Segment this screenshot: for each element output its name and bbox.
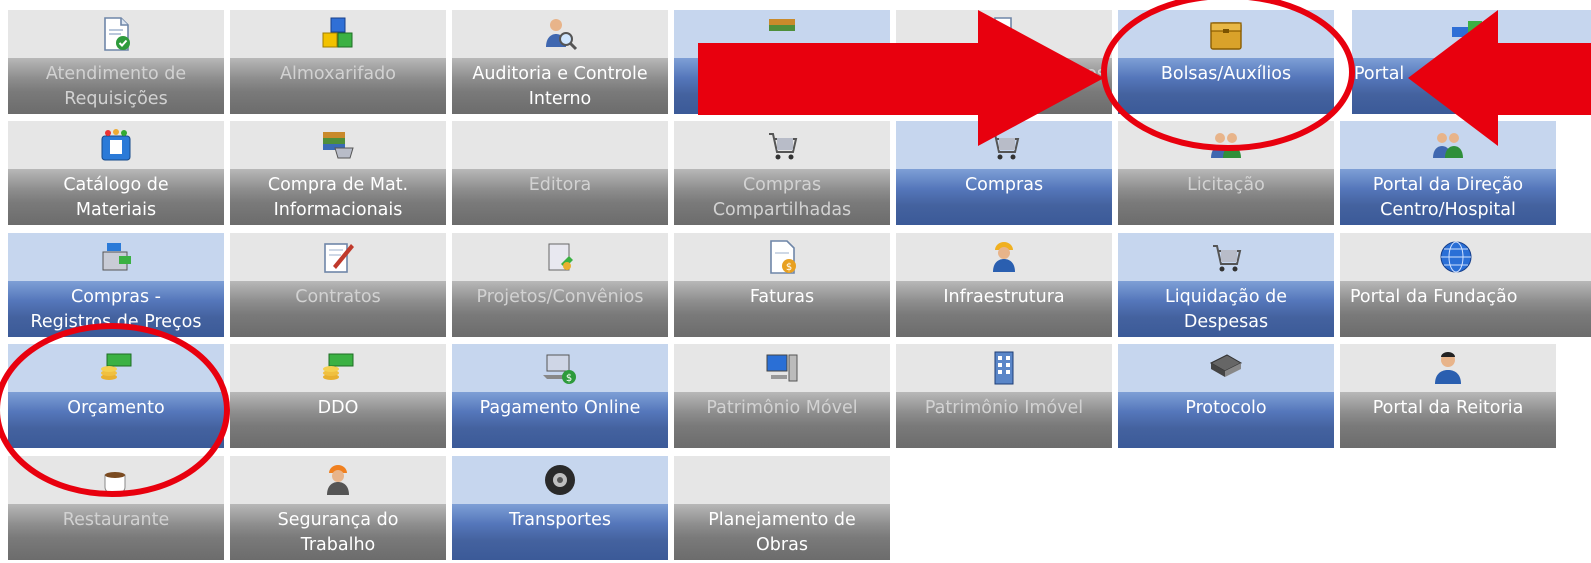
briefcase-icon <box>1210 22 1242 50</box>
tile-label: Faturas <box>749 287 815 307</box>
globe-icon <box>1440 241 1472 273</box>
tile-portal-da-reitoria[interactable]: Portal da Reitoria <box>1340 344 1556 448</box>
tile-editora[interactable]: Editora <box>452 121 668 225</box>
catalog-box-icon <box>101 129 131 161</box>
tile-compra-de-mat-informacionais[interactable]: Compra de Mat. Informacionais <box>230 121 446 225</box>
tile-licitacao[interactable]: Licitação <box>1118 121 1334 225</box>
tile-hidden-by-arrow[interactable] <box>674 10 890 114</box>
worker-helmet-icon <box>327 465 349 495</box>
people-icon <box>1433 133 1463 158</box>
tile-label: Bolsas/Auxílios <box>1160 64 1292 84</box>
tile-seguranca-do-trabalho[interactable]: Segurança do Trabalho <box>230 456 446 560</box>
tile-atendimento-de-requisicoes[interactable]: Atendimento de Requisições <box>8 10 224 114</box>
tile-label: Liquidação de Despesas <box>1165 287 1287 332</box>
tile-label: Contratos <box>295 287 381 307</box>
money-icon <box>323 353 354 380</box>
tile-bolsas-auxilios[interactable]: Bolsas/Auxílios <box>1118 10 1334 114</box>
books-cart-icon <box>323 132 354 159</box>
tile-label: Portal da Fundação <box>1350 287 1518 307</box>
tile-label: Compras - Registros de Preços <box>30 287 202 332</box>
tile-transportes[interactable]: Transportes <box>452 456 668 560</box>
tile-label: Planejamento de Obras <box>708 510 856 555</box>
tile-label: Editora <box>528 175 592 195</box>
tile-label: Restaurante <box>62 510 170 530</box>
tile-label: Orçamento <box>67 398 165 418</box>
tile-label: Licitação <box>1187 175 1265 195</box>
tile-infraestrutura[interactable]: Infraestrutura <box>896 233 1112 337</box>
blocks-icon <box>322 17 353 48</box>
tile-label: Portal da Reitoria <box>1372 398 1524 418</box>
tile-portal[interactable]: Portal <box>1352 10 1591 114</box>
people-icon <box>1211 133 1241 158</box>
tile-catalogo-de-materiais[interactable]: Catálogo de Materiais <box>8 121 224 225</box>
person-icon <box>1435 352 1461 384</box>
tile-label: Compras Compartilhadas <box>712 175 852 220</box>
invoice-icon: $ <box>770 240 796 274</box>
tile-label: Compra de Mat. Informacionais <box>267 175 409 220</box>
portal-icon <box>1452 21 1482 37</box>
tile-label: Auditoria e Controle Interno <box>472 64 648 109</box>
tile-contratos[interactable]: Contratos <box>230 233 446 337</box>
tile-label: Patrimônio Móvel <box>706 398 858 418</box>
tile-label: viços <box>1061 64 1106 84</box>
tile-label: Almoxarifado <box>280 64 396 84</box>
computer-icon <box>766 354 798 382</box>
tile-protocolo[interactable]: Protocolo <box>1118 344 1334 448</box>
tile-restaurante[interactable]: Restaurante <box>8 456 224 560</box>
tile-label: Projetos/Convênios <box>476 287 644 307</box>
tile-label: Compras <box>964 175 1044 195</box>
tile-patrimonio-movel[interactable]: Patrimônio Móvel <box>674 344 890 448</box>
tile-label: Catálogo de Materiais <box>63 175 169 220</box>
tile-label: Patrimônio Imóvel <box>924 398 1084 418</box>
tile-liquidacao-de-despesas[interactable]: Liquidação de Despesas <box>1118 233 1334 337</box>
tile-compras-registros-de-precos[interactable]: Compras - Registros de Preços <box>8 233 224 337</box>
tile-patrimonio-imovel[interactable]: Patrimônio Imóvel <box>896 344 1112 448</box>
cart-icon <box>991 133 1020 160</box>
tile-label: Pagamento Online <box>479 398 641 418</box>
book-icon <box>1209 354 1243 377</box>
contract-pen-icon <box>324 243 354 273</box>
books-icon <box>769 19 795 31</box>
svg-text:$: $ <box>786 262 792 273</box>
tile-label: Infraestrutura <box>943 287 1065 307</box>
tile-label: Segurança do Trabalho <box>277 510 399 555</box>
building-icon <box>994 351 1014 385</box>
worker-icon <box>993 242 1015 272</box>
coffee-cup-icon <box>104 472 126 494</box>
money-icon <box>101 353 132 380</box>
tile-orcamento[interactable]: Orçamento <box>8 344 224 448</box>
tile-auditoria-e-controle-interno[interactable]: Auditoria e Controle Interno <box>452 10 668 114</box>
module-grid: Atendimento de Requisições Almoxarifado … <box>0 0 1591 563</box>
document-check-icon <box>104 17 130 51</box>
tile-almoxarifado[interactable]: Almoxarifado <box>230 10 446 114</box>
tile-label: Portal da Direção Centro/Hospital <box>1372 175 1524 220</box>
tile-ddo[interactable]: DDO <box>230 344 446 448</box>
tile-compras-compartilhadas[interactable]: Compras Compartilhadas <box>674 121 890 225</box>
svg-text:$: $ <box>566 373 572 384</box>
tile-faturas[interactable]: $ Faturas <box>674 233 890 337</box>
document-icon <box>994 17 1012 33</box>
person-magnifier-icon <box>546 19 578 51</box>
tile-pagamento-online[interactable]: $ Pagamento Online <box>452 344 668 448</box>
cash-register-icon <box>102 243 131 271</box>
tile-planejamento-de-obras[interactable]: Planejamento de Obras <box>674 456 890 560</box>
scroll-icon <box>548 243 573 271</box>
tile-compras[interactable]: Compras <box>896 121 1112 225</box>
tire-icon <box>545 465 575 495</box>
tile-projetos-convenios[interactable]: Projetos/Convênios <box>452 233 668 337</box>
tile-label: Portal <box>1354 64 1405 84</box>
tile-label: Atendimento de Requisições <box>45 64 187 109</box>
laptop-money-icon: $ <box>543 354 576 384</box>
tile-label: DDO <box>317 398 359 418</box>
tile-label: Protocolo <box>1185 398 1267 418</box>
tile-servicos[interactable]: viços <box>896 10 1112 114</box>
tile-label: Transportes <box>508 510 611 530</box>
tile-portal-da-direcao[interactable]: Portal da Direção Centro/Hospital <box>1340 121 1556 225</box>
cart-icon <box>1213 245 1242 272</box>
cart-icon <box>769 133 798 160</box>
tile-portal-da-fundacao[interactable]: Portal da Fundação <box>1340 233 1591 337</box>
